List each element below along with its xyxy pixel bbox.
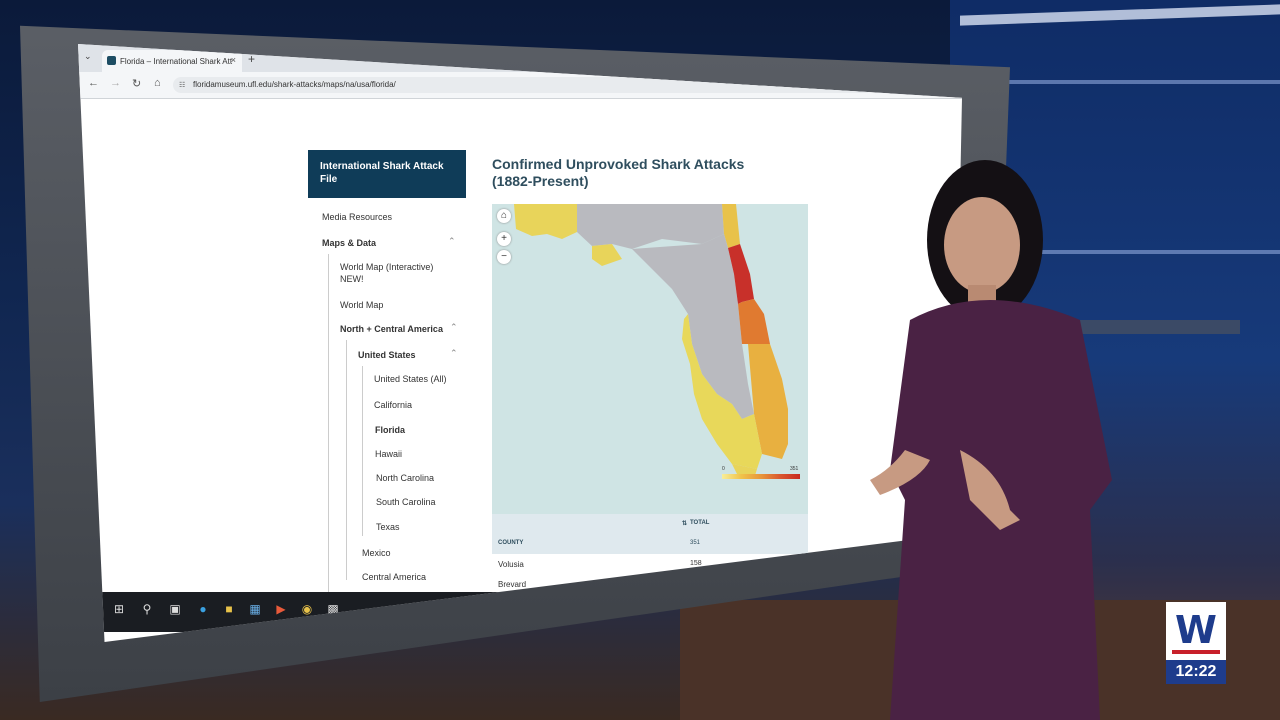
- legend-min-label: 0: [722, 466, 725, 472]
- sidebar-item-hawaii[interactable]: Hawaii: [375, 449, 402, 459]
- map-region: [577, 204, 724, 249]
- tab-menu-icon[interactable]: ⌄: [84, 51, 92, 62]
- table-county-header-row: COUNTY 351: [492, 532, 808, 554]
- task-view-icon[interactable]: ▣: [168, 602, 182, 616]
- sidebar-item-united-states[interactable]: United States: [358, 350, 416, 360]
- sidebar-item-maps-data[interactable]: Maps & Data: [322, 238, 376, 248]
- edge-browser-icon[interactable]: ●: [196, 602, 210, 616]
- chevron-up-icon[interactable]: ⌃: [450, 348, 458, 359]
- tree-line: [362, 366, 363, 536]
- county-cell: Volusia: [498, 560, 524, 569]
- tree-line: [328, 254, 329, 634]
- sidebar-item-world-map[interactable]: World Map: [340, 300, 383, 310]
- page-title: Confirmed Unprovoked Shark Attacks (1882…: [492, 156, 745, 189]
- county-cell: Brevard: [498, 580, 527, 589]
- color-legend: [722, 474, 800, 479]
- sidebar-item-central-america[interactable]: Central America: [362, 572, 426, 582]
- broadcast-clock: 12:22: [1166, 660, 1226, 684]
- chrome-icon[interactable]: ◉: [300, 602, 314, 616]
- zoom-out-button[interactable]: −: [497, 250, 511, 264]
- legend-max-label: 351: [790, 466, 799, 472]
- sidebar-item-texas[interactable]: Texas: [376, 522, 400, 532]
- store-icon[interactable]: ▦: [248, 602, 262, 616]
- station-logo: W 12:22: [1166, 602, 1226, 684]
- home-icon[interactable]: ⌂: [154, 77, 161, 89]
- logo-letter: W: [1175, 608, 1217, 652]
- file-explorer-icon[interactable]: ■: [222, 602, 236, 616]
- favicon-icon: [107, 56, 116, 65]
- value-cell: 158: [690, 560, 702, 567]
- florida-county-map: [492, 204, 808, 514]
- reload-icon[interactable]: ↻: [132, 77, 141, 90]
- sidebar-item-south-carolina[interactable]: South Carolina: [376, 497, 436, 507]
- tree-line: [346, 340, 347, 580]
- sidebar-header[interactable]: International Shark Attack File: [308, 150, 466, 198]
- sidebar-nav: International Shark Attack File Media Re…: [308, 150, 468, 634]
- browser-tab[interactable]: Florida – International Shark Att ×: [102, 50, 242, 72]
- sidebar-item-united-states-all[interactable]: United States (All): [374, 374, 447, 384]
- sidebar-item-media-resources[interactable]: Media Resources: [322, 212, 392, 222]
- new-badge: NEW!: [340, 274, 364, 284]
- sort-icon[interactable]: ⇅: [682, 520, 687, 527]
- sidebar-item-north-central-america[interactable]: North + Central America: [340, 324, 443, 334]
- back-icon[interactable]: ←: [88, 77, 99, 89]
- sidebar-item-california[interactable]: California: [374, 400, 412, 410]
- chevron-up-icon[interactable]: ⌃: [450, 322, 458, 333]
- windows-start-icon[interactable]: ⊞: [112, 602, 126, 616]
- florida-map[interactable]: ⌂ + − 0 351: [492, 204, 808, 514]
- total-value: 351: [690, 540, 701, 546]
- zoom-in-button[interactable]: +: [497, 232, 511, 246]
- media-app-icon[interactable]: ▶: [274, 602, 288, 616]
- sidebar-item-north-carolina[interactable]: North Carolina: [376, 473, 434, 483]
- column-county-header[interactable]: COUNTY: [498, 540, 523, 546]
- close-tab-icon[interactable]: ×: [231, 55, 236, 65]
- presenter-silhouette: [870, 160, 1112, 720]
- logo-red-stripe: [1172, 650, 1220, 654]
- forward-icon[interactable]: →: [110, 77, 121, 89]
- table-header: ⇅ TOTAL: [492, 514, 808, 532]
- chevron-up-icon[interactable]: ⌃: [448, 236, 456, 247]
- logo-badge: W: [1166, 602, 1226, 660]
- sidebar-item-world-map-interactive[interactable]: World Map (Interactive): [340, 262, 433, 272]
- home-view-icon[interactable]: ⌂: [497, 209, 511, 223]
- search-icon[interactable]: ⚲: [140, 602, 154, 616]
- column-total-header[interactable]: TOTAL: [690, 520, 709, 526]
- site-info-icon[interactable]: ☷: [179, 81, 185, 89]
- studio-light-stripe: [960, 4, 1280, 26]
- sidebar-item-mexico[interactable]: Mexico: [362, 548, 391, 558]
- tab-title: Florida – International Shark Att: [120, 56, 233, 66]
- sidebar-item-florida[interactable]: Florida: [375, 425, 405, 435]
